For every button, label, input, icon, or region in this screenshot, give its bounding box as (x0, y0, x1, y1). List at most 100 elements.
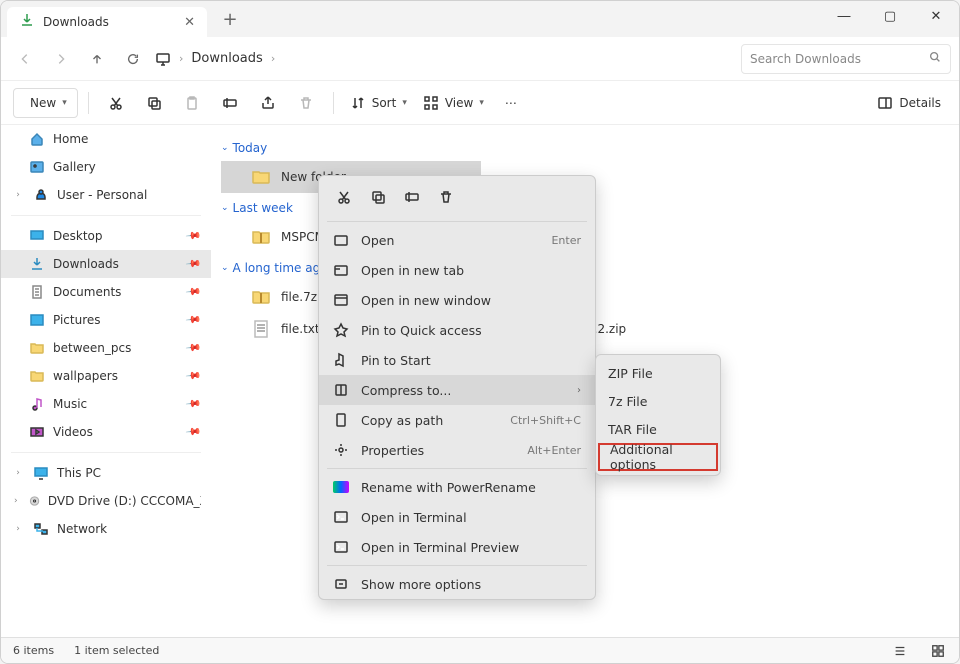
cm-rename-button[interactable] (399, 184, 425, 210)
more-icon (333, 576, 351, 592)
compress-submenu: ZIP File 7z File TAR File Additional opt… (595, 354, 721, 476)
breadcrumb[interactable]: › Downloads › (155, 51, 737, 67)
cm-terminal[interactable]: Open in Terminal (319, 502, 595, 532)
cm-pin-quick[interactable]: Pin to Quick access (319, 315, 595, 345)
tab-title: Downloads (43, 15, 176, 29)
sidebar-item-network[interactable]: ›Network (1, 515, 211, 543)
sidebar-item-home[interactable]: Home (1, 125, 211, 153)
sidebar-item-downloads[interactable]: Downloads📌 (1, 250, 211, 278)
monitor-icon (155, 51, 171, 67)
context-menu: OpenEnter Open in new tab Open in new wi… (318, 175, 596, 600)
cm-open[interactable]: OpenEnter (319, 225, 595, 255)
download-icon (19, 12, 35, 32)
up-button[interactable] (81, 43, 113, 75)
folder-icon (251, 167, 271, 187)
new-button[interactable]: New ▾ (13, 88, 78, 118)
chevron-right-icon: › (577, 385, 581, 396)
cm-terminal-preview[interactable]: Open in Terminal Preview (319, 532, 595, 562)
terminal-icon (333, 509, 351, 525)
cm-copy-path[interactable]: Copy as pathCtrl+Shift+C (319, 405, 595, 435)
pin-icon: 📌 (184, 396, 201, 412)
pin-icon: 📌 (184, 228, 201, 244)
group-today[interactable]: ⌄Today (221, 141, 959, 155)
sidebar-item-music[interactable]: Music📌 (1, 390, 211, 418)
more-button[interactable]: ⋯ (494, 88, 528, 118)
status-bar: 6 items 1 item selected (1, 637, 959, 663)
cm-open-tab[interactable]: Open in new tab (319, 255, 595, 285)
start-icon (333, 352, 351, 368)
tab-close-icon[interactable]: ✕ (184, 15, 195, 30)
sidebar-item-between-pcs[interactable]: between_pcs📌 (1, 334, 211, 362)
new-tab-button[interactable]: + (215, 9, 245, 30)
pin-icon: 📌 (184, 368, 201, 384)
pin-icon (333, 322, 351, 338)
cm-sub-additional[interactable]: Additional options (598, 443, 718, 471)
status-selection: 1 item selected (74, 644, 159, 657)
sidebar-item-documents[interactable]: Documents📌 (1, 278, 211, 306)
terminal-preview-icon (333, 539, 351, 555)
chevron-right-icon: › (11, 190, 25, 200)
cm-sub-zip[interactable]: ZIP File (596, 359, 720, 387)
pin-icon: 📌 (184, 340, 201, 356)
sidebar-item-pictures[interactable]: Pictures📌 (1, 306, 211, 334)
pin-icon: 📌 (184, 284, 201, 300)
tab-icon (333, 262, 351, 278)
minimize-button[interactable]: ― (821, 1, 867, 31)
copy-button[interactable] (137, 88, 171, 118)
maximize-button[interactable]: ▢ (867, 1, 913, 31)
chevron-down-icon: ⌄ (221, 203, 229, 213)
pin-icon: 📌 (184, 424, 201, 440)
cm-sub-tar[interactable]: TAR File (596, 415, 720, 443)
sidebar-item-gallery[interactable]: Gallery (1, 153, 211, 181)
details-pane-button[interactable]: Details (871, 88, 947, 118)
close-button[interactable]: ✕ (913, 1, 959, 31)
cm-open-window[interactable]: Open in new window (319, 285, 595, 315)
pin-icon: 📌 (184, 312, 201, 328)
rename-button[interactable] (213, 88, 247, 118)
cm-compress[interactable]: Compress to...› (319, 375, 595, 405)
cut-button[interactable] (99, 88, 133, 118)
sidebar-item-user-personal[interactable]: ›User - Personal (1, 181, 211, 209)
cm-more-options[interactable]: Show more options (319, 569, 595, 599)
share-button[interactable] (251, 88, 285, 118)
titlebar: Downloads ✕ + ― ▢ ✕ (1, 1, 959, 37)
cm-delete-button[interactable] (433, 184, 459, 210)
back-button[interactable] (9, 43, 41, 75)
status-count: 6 items (13, 644, 54, 657)
chevron-right-icon: › (271, 52, 275, 65)
refresh-button[interactable] (117, 43, 149, 75)
toolbar: New ▾ Sort ▾ View ▾ ⋯ Details (1, 81, 959, 125)
paste-button[interactable] (175, 88, 209, 118)
sidebar-item-this-pc[interactable]: ›This PC (1, 459, 211, 487)
cm-properties[interactable]: PropertiesAlt+Enter (319, 435, 595, 465)
window-tab[interactable]: Downloads ✕ (7, 7, 207, 37)
text-file-icon (251, 319, 271, 339)
file-item-file7z[interactable]: file.7z (221, 281, 320, 313)
zip-folder-icon (251, 287, 271, 307)
sort-button[interactable]: Sort ▾ (344, 88, 413, 118)
cm-copy-button[interactable] (365, 184, 391, 210)
chevron-right-icon: › (11, 524, 25, 534)
sidebar-item-dvd[interactable]: ›DVD Drive (D:) CCCOMA_X64FRE_EN (1, 487, 211, 515)
file-item-filetxt[interactable]: file.txt (221, 313, 320, 345)
cm-sub-7z[interactable]: 7z File (596, 387, 720, 415)
cm-pin-start[interactable]: Pin to Start (319, 345, 595, 375)
cm-cut-button[interactable] (331, 184, 357, 210)
window-icon (333, 292, 351, 308)
powerrename-icon (333, 481, 351, 493)
sidebar-item-videos[interactable]: Videos📌 (1, 418, 211, 446)
cm-power-rename[interactable]: Rename with PowerRename (319, 472, 595, 502)
sidebar-item-wallpapers[interactable]: wallpapers📌 (1, 362, 211, 390)
breadcrumb-item[interactable]: Downloads (191, 51, 262, 66)
properties-icon (333, 442, 351, 458)
chevron-down-icon: ⌄ (221, 143, 229, 153)
view-button[interactable]: View ▾ (417, 88, 490, 118)
thumbnails-view-icon[interactable] (929, 642, 947, 660)
chevron-down-icon: ▾ (402, 98, 407, 108)
details-view-icon[interactable] (891, 642, 909, 660)
delete-button[interactable] (289, 88, 323, 118)
search-input[interactable]: Search Downloads (741, 44, 951, 74)
forward-button[interactable] (45, 43, 77, 75)
sidebar-item-desktop[interactable]: Desktop📌 (1, 222, 211, 250)
sidebar: Home Gallery ›User - Personal Desktop📌 D… (1, 125, 211, 637)
